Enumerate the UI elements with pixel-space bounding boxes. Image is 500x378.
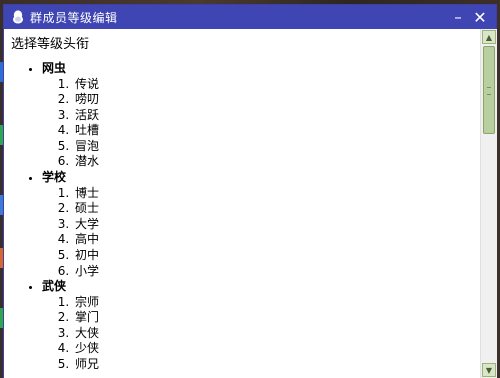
group-name: 武侠 bbox=[42, 279, 67, 294]
scroll-down-arrow-icon[interactable]: ▼ bbox=[482, 363, 496, 377]
scroll-up-arrow-icon[interactable]: ▲ bbox=[482, 30, 496, 44]
title-option[interactable]: 大学 bbox=[73, 217, 480, 233]
title-option[interactable]: 宗师 bbox=[73, 295, 480, 311]
qq-penguin-icon bbox=[10, 9, 26, 25]
title-option[interactable]: 师兄 bbox=[73, 357, 480, 373]
title-option[interactable]: 活跃 bbox=[73, 108, 480, 124]
title-bar[interactable]: 群成员等级编辑 – ✕ bbox=[4, 5, 496, 29]
content-area: 选择等级头衔 网虫 传说 唠叨 活跃 吐槽 冒泡 潜水 学校 博士 硕士 大学 bbox=[4, 29, 480, 378]
scroll-grip-icon bbox=[487, 87, 491, 95]
minimize-button[interactable]: – bbox=[446, 5, 470, 29]
title-option[interactable]: 潜水 bbox=[73, 154, 480, 170]
group-wangchong: 网虫 传说 唠叨 活跃 吐槽 冒泡 潜水 bbox=[42, 61, 480, 170]
title-list: 宗师 掌门 大侠 少侠 师兄 bbox=[42, 295, 480, 373]
level-editor-window: 群成员等级编辑 – ✕ 选择等级头衔 网虫 传说 唠叨 活跃 吐槽 冒泡 潜水 … bbox=[4, 5, 497, 378]
title-option[interactable]: 初中 bbox=[73, 248, 480, 264]
title-option[interactable]: 少侠 bbox=[73, 341, 480, 357]
title-option[interactable]: 唠叨 bbox=[73, 92, 480, 108]
title-option[interactable]: 高中 bbox=[73, 232, 480, 248]
title-option[interactable]: 传说 bbox=[73, 77, 480, 93]
vertical-scrollbar[interactable]: ▲ ▼ bbox=[480, 29, 497, 378]
group-name: 网虫 bbox=[42, 61, 67, 75]
title-list: 博士 硕士 大学 高中 初中 小学 bbox=[42, 186, 480, 280]
group-xuexiao: 学校 博士 硕士 大学 高中 初中 小学 bbox=[42, 170, 480, 279]
group-name: 学校 bbox=[42, 170, 67, 185]
title-option[interactable]: 博士 bbox=[73, 186, 480, 202]
title-option[interactable]: 吐槽 bbox=[73, 123, 480, 139]
close-button[interactable]: ✕ bbox=[468, 5, 492, 29]
title-group-list: 网虫 传说 唠叨 活跃 吐槽 冒泡 潜水 学校 博士 硕士 大学 高中 初中 bbox=[4, 61, 480, 373]
title-option[interactable]: 大侠 bbox=[73, 326, 480, 342]
window-title: 群成员等级编辑 bbox=[30, 10, 118, 25]
title-option[interactable]: 掌门 bbox=[73, 310, 480, 326]
title-list: 传说 唠叨 活跃 吐槽 冒泡 潜水 bbox=[42, 77, 480, 171]
title-option[interactable]: 小学 bbox=[73, 264, 480, 280]
group-wuxia: 武侠 宗师 掌门 大侠 少侠 师兄 bbox=[42, 279, 480, 372]
title-option[interactable]: 冒泡 bbox=[73, 139, 480, 155]
page-heading: 选择等级头衔 bbox=[11, 37, 90, 52]
scroll-thumb[interactable] bbox=[483, 46, 495, 134]
title-option[interactable]: 硕士 bbox=[73, 201, 480, 217]
